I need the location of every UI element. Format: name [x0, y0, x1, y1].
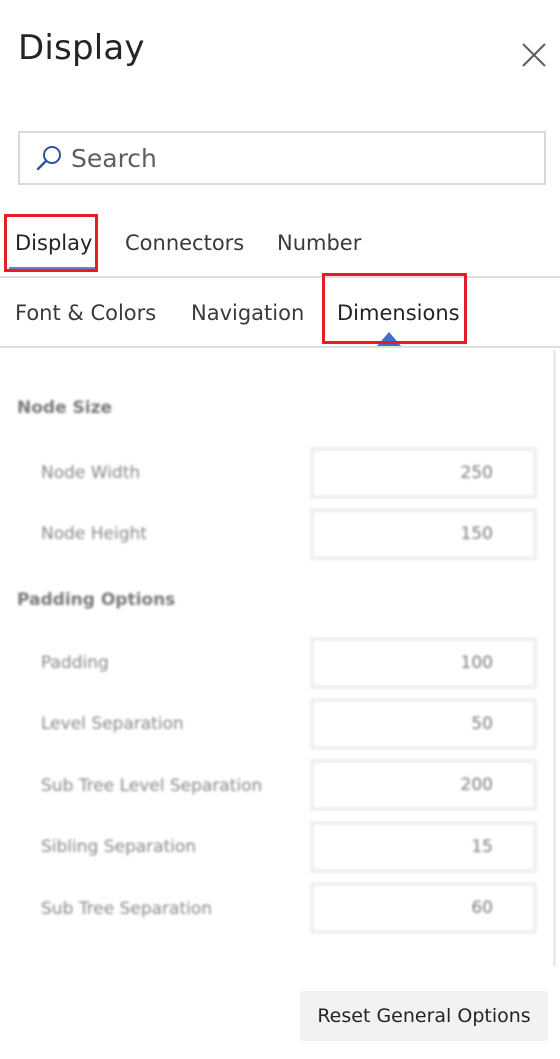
tab-display[interactable]: Display: [15, 231, 92, 255]
sub-tree-separation-input[interactable]: 60: [310, 882, 537, 934]
label-padding: Padding: [41, 653, 109, 673]
padding-input[interactable]: 100: [310, 637, 537, 689]
tab-dimensions[interactable]: Dimensions: [337, 301, 460, 325]
secondary-tab-bar: Font & Colors Navigation Dimensions: [0, 273, 560, 348]
label-sub-tree-level-separation: Sub Tree Level Separation: [41, 776, 263, 796]
close-icon: [522, 43, 546, 67]
tab-number[interactable]: Number: [277, 231, 361, 255]
label-node-width: Node Width: [41, 463, 141, 483]
level-separation-input[interactable]: 50: [310, 698, 537, 750]
primary-tab-bar: Display Connectors Number: [0, 214, 560, 278]
tab-font-and-colors[interactable]: Font & Colors: [15, 301, 156, 325]
tab-navigation[interactable]: Navigation: [191, 301, 304, 325]
search-icon: [36, 146, 61, 171]
section-title-node-size: Node Size: [17, 398, 113, 418]
close-button[interactable]: [519, 40, 549, 70]
active-tab-caret: [377, 332, 401, 346]
sub-tree-level-separation-input[interactable]: 200: [310, 759, 537, 811]
format-panel: Display Display Connectors Number Font &…: [0, 0, 560, 1059]
label-node-height: Node Height: [41, 524, 147, 544]
dimensions-content: Node Size Node Width 250 Node Height 150…: [0, 348, 556, 968]
search-box[interactable]: [18, 131, 546, 185]
label-sibling-separation: Sibling Separation: [41, 837, 197, 857]
node-width-input[interactable]: 250: [310, 447, 537, 499]
panel-title: Display: [18, 28, 145, 68]
search-input[interactable]: [69, 142, 493, 174]
section-title-padding-options: Padding Options: [17, 590, 176, 610]
label-level-separation: Level Separation: [41, 714, 184, 734]
active-tab-indicator: [9, 267, 97, 271]
node-height-input[interactable]: 150: [310, 508, 537, 560]
reset-general-options-button[interactable]: Reset General Options: [300, 991, 548, 1041]
tab-connectors[interactable]: Connectors: [125, 231, 244, 255]
label-sub-tree-separation: Sub Tree Separation: [41, 899, 213, 919]
sibling-separation-input[interactable]: 15: [310, 821, 537, 873]
